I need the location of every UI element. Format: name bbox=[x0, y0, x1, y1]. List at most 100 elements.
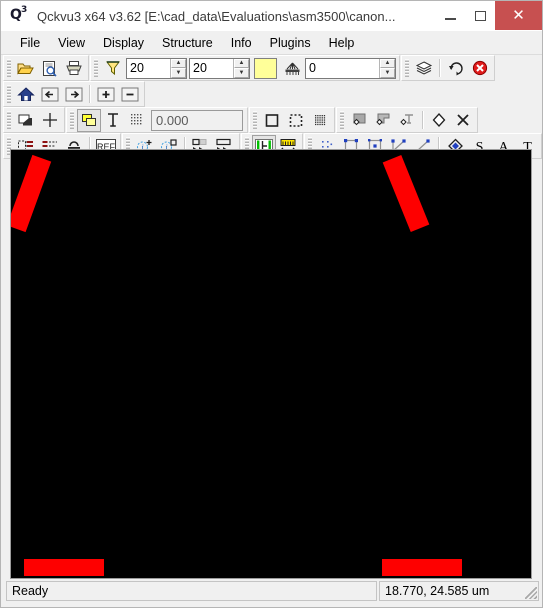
layers-button[interactable] bbox=[412, 57, 436, 80]
coordinate-readout: 18.770, 24.585 um bbox=[385, 584, 490, 598]
menu-display[interactable]: Display bbox=[94, 33, 153, 53]
q-cubed-app-icon: Q3 bbox=[10, 5, 28, 23]
print-preview-icon bbox=[43, 60, 57, 77]
spin-down-icon[interactable]: ▼ bbox=[234, 68, 249, 78]
menu-view[interactable]: View bbox=[49, 33, 94, 53]
toolbar-row-2 bbox=[1, 81, 542, 107]
level-stepper[interactable]: 0 ▲ ▼ bbox=[305, 57, 396, 79]
status-bar: Ready 18.770, 24.585 um bbox=[6, 581, 539, 601]
text-vertex-icon bbox=[400, 114, 413, 126]
crosshair-button[interactable] bbox=[38, 109, 62, 132]
spin-down-icon[interactable]: ▼ bbox=[171, 68, 186, 78]
printer-icon bbox=[66, 61, 82, 75]
zoom-in-button[interactable] bbox=[94, 83, 118, 106]
minimize-button[interactable] bbox=[435, 1, 465, 30]
menu-file[interactable]: File bbox=[11, 33, 49, 53]
delete-x-icon bbox=[457, 114, 469, 126]
grid-toggle-button[interactable] bbox=[125, 109, 149, 132]
level-value[interactable]: 0 bbox=[306, 58, 379, 78]
diamond-vertex-button[interactable] bbox=[427, 109, 451, 132]
toolbar-gripper[interactable] bbox=[70, 111, 74, 129]
window-controls: ✕ bbox=[435, 1, 542, 31]
refresh-icon bbox=[448, 62, 463, 76]
spin-up-icon[interactable]: ▲ bbox=[234, 58, 249, 68]
home-icon bbox=[17, 87, 35, 101]
menu-bar: File View Display Structure Info Plugins… bbox=[1, 31, 542, 55]
open-folder-button[interactable] bbox=[14, 57, 38, 80]
status-coordinates: 18.770, 24.585 um bbox=[379, 581, 539, 601]
filter-size-b-stepper[interactable]: 20 ▲ ▼ bbox=[189, 57, 250, 79]
text-tool-button[interactable] bbox=[101, 109, 125, 132]
print-button[interactable] bbox=[62, 57, 86, 80]
stop-error-icon bbox=[472, 60, 488, 76]
fill-color-button[interactable] bbox=[77, 108, 101, 132]
outline-shape-vertex-icon bbox=[376, 113, 390, 126]
toolbar-row-1: 20 ▲ ▼ 20 ▲ ▼ 0 ▲ ▼ bbox=[1, 55, 542, 81]
level-arrows[interactable]: ▲ ▼ bbox=[379, 58, 395, 78]
toolbar-gripper[interactable] bbox=[7, 111, 11, 129]
forward-button[interactable] bbox=[62, 83, 86, 106]
rect-bottom-left[interactable] bbox=[24, 559, 104, 576]
toolbar-gripper[interactable] bbox=[405, 59, 409, 77]
dashed-rect-button[interactable] bbox=[284, 109, 308, 132]
filled-shape-vertex-button[interactable] bbox=[347, 109, 371, 132]
toolbar-row-3: 0.000 bbox=[1, 107, 542, 133]
close-button[interactable]: ✕ bbox=[495, 1, 542, 30]
resize-grip-icon[interactable] bbox=[525, 587, 537, 599]
zoom-out-button[interactable] bbox=[118, 83, 142, 106]
menu-help[interactable]: Help bbox=[320, 33, 364, 53]
application-window: Q3 Qckvu3 x64 v3.62 [E:\cad_data\Evaluat… bbox=[0, 0, 543, 608]
cad-canvas[interactable] bbox=[10, 149, 532, 579]
rect-bottom-right[interactable] bbox=[382, 559, 462, 576]
outline-shape-vertex-button[interactable] bbox=[371, 109, 395, 132]
minimize-icon bbox=[444, 18, 456, 20]
stop-button[interactable] bbox=[468, 57, 492, 80]
zoom-out-minus-icon bbox=[121, 87, 139, 101]
color-swatch[interactable] bbox=[254, 57, 277, 79]
menu-info[interactable]: Info bbox=[222, 33, 261, 53]
toolbar-gripper[interactable] bbox=[340, 111, 344, 129]
refresh-button[interactable] bbox=[444, 57, 468, 80]
tilted-bar-right[interactable] bbox=[382, 154, 430, 233]
title-bar: Q3 Qckvu3 x64 v3.62 [E:\cad_data\Evaluat… bbox=[1, 1, 542, 31]
solid-rect-icon bbox=[265, 113, 279, 127]
toolbar-band-shape bbox=[249, 107, 335, 133]
back-button[interactable] bbox=[38, 83, 62, 106]
spin-down-icon[interactable]: ▼ bbox=[380, 68, 395, 78]
filter-button[interactable] bbox=[101, 57, 125, 80]
print-preview-button[interactable] bbox=[38, 57, 62, 80]
diamond-vertex-icon bbox=[432, 113, 446, 127]
solid-rect-button[interactable] bbox=[260, 109, 284, 132]
text-tool-icon bbox=[108, 113, 118, 127]
filter-size-b-value[interactable]: 20 bbox=[190, 58, 233, 78]
filled-shape-vertex-icon bbox=[353, 113, 366, 126]
toolbar-gripper[interactable] bbox=[253, 111, 257, 129]
toolbar-gripper[interactable] bbox=[7, 85, 11, 103]
home-button[interactable] bbox=[14, 83, 38, 106]
coordinate-field[interactable]: 0.000 bbox=[151, 109, 243, 131]
tilted-bar-left[interactable] bbox=[11, 154, 52, 233]
arrow-left-icon bbox=[41, 87, 59, 101]
filter-size-b-arrows[interactable]: ▲ ▼ bbox=[233, 58, 249, 78]
filter-size-a-value[interactable]: 20 bbox=[127, 58, 170, 78]
filter-size-a-stepper[interactable]: 20 ▲ ▼ bbox=[126, 57, 187, 79]
spin-up-icon[interactable]: ▲ bbox=[171, 58, 186, 68]
spin-up-icon[interactable]: ▲ bbox=[380, 58, 395, 68]
text-vertex-button[interactable] bbox=[395, 109, 419, 132]
zoom-in-plus-icon bbox=[97, 87, 115, 101]
maximize-icon bbox=[474, 10, 486, 21]
toolbar-gripper[interactable] bbox=[94, 59, 98, 77]
menu-plugins[interactable]: Plugins bbox=[261, 33, 320, 53]
dashed-rect-icon bbox=[289, 113, 303, 127]
dense-dot-grid-icon bbox=[315, 115, 326, 126]
delete-button[interactable] bbox=[451, 109, 475, 132]
menu-structure[interactable]: Structure bbox=[153, 33, 222, 53]
hierarchy-button[interactable] bbox=[280, 57, 304, 80]
maximize-button[interactable] bbox=[465, 1, 495, 30]
toolbar-gripper[interactable] bbox=[7, 59, 11, 77]
fill-color-icon bbox=[81, 113, 96, 126]
window-select-button[interactable] bbox=[14, 109, 38, 132]
filter-size-a-arrows[interactable]: ▲ ▼ bbox=[170, 58, 186, 78]
toolbar-separator bbox=[89, 85, 91, 103]
dense-grid-button[interactable] bbox=[308, 109, 332, 132]
